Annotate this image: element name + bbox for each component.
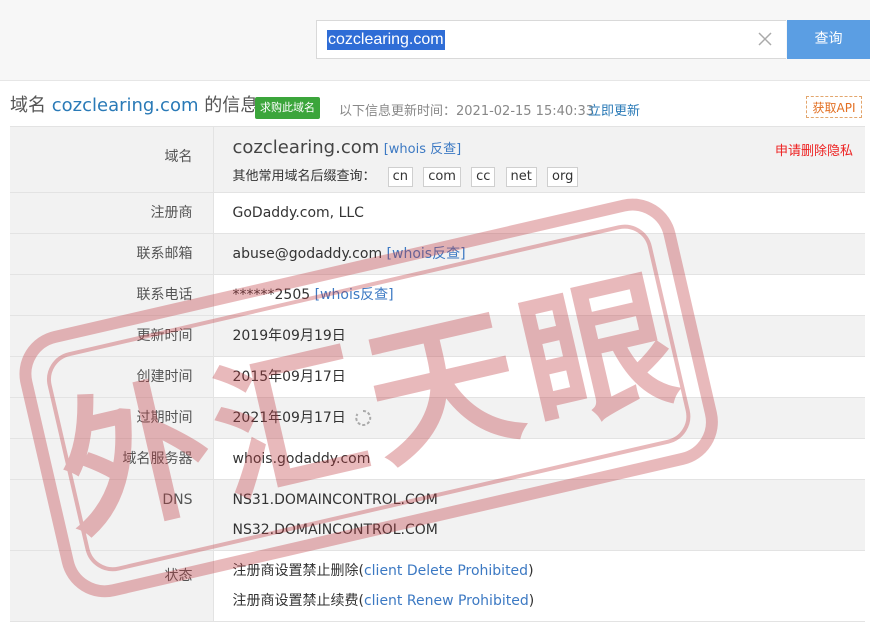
status-item: 注册商设置禁止删除(client Delete Prohibited): [233, 556, 866, 586]
status-code-link[interactable]: client Renew Prohibited: [364, 593, 529, 609]
title-suffix: 的信息: [198, 95, 259, 116]
label-status: 状态: [10, 550, 214, 622]
label-updated: 更新时间: [10, 315, 214, 357]
status-code-link[interactable]: client Delete Prohibited: [364, 563, 528, 579]
row-dns: DNS NS31.DOMAINCONTROL.COM NS32.DOMAINCO…: [10, 479, 865, 551]
suffix-cn[interactable]: cn: [387, 167, 414, 187]
phone-whois-link[interactable]: [whois反查]: [315, 287, 394, 303]
refresh-icon[interactable]: [354, 409, 372, 427]
get-api-button[interactable]: 获取API: [806, 96, 862, 118]
value-status: 注册商设置禁止删除(client Delete Prohibited) 注册商设…: [213, 550, 866, 622]
label-registrar: 注册商: [10, 192, 214, 234]
whois-info-table: 域名 cozclearing.com [whois 反查] 其他常用域名后缀查询…: [10, 126, 865, 622]
suffix-org[interactable]: org: [547, 167, 579, 187]
suffix-cc[interactable]: cc: [471, 167, 496, 187]
label-nameserver: 域名服务器: [10, 438, 214, 480]
search-button[interactable]: 查询: [787, 20, 870, 59]
email-whois-link[interactable]: [whois反查]: [387, 246, 466, 262]
row-updated: 更新时间 2019年09月19日: [10, 315, 865, 357]
phone-value: ******2505: [232, 287, 311, 303]
label-phone: 联系电话: [10, 274, 214, 316]
label-created: 创建时间: [10, 356, 214, 398]
row-created: 创建时间 2015年09月17日: [10, 356, 865, 398]
search-bar: cozclearing.com 查询: [0, 0, 870, 81]
value-domain: cozclearing.com [whois 反查] 其他常用域名后缀查询： c…: [213, 126, 865, 193]
value-phone: ******2505 [whois反查]: [213, 274, 865, 316]
status-close: ): [528, 563, 534, 579]
email-value: abuse@godaddy.com: [232, 246, 383, 262]
value-dns: NS31.DOMAINCONTROL.COM NS32.DOMAINCONTRO…: [213, 479, 865, 551]
value-expires: 2021年09月17日: [213, 397, 865, 439]
clear-icon[interactable]: [756, 30, 774, 48]
label-expires: 过期时间: [10, 397, 214, 439]
domain-name: cozclearing.com: [232, 137, 380, 158]
title-prefix: 域名: [10, 95, 52, 116]
suffix-net[interactable]: net: [505, 167, 537, 187]
label-dns: DNS: [10, 479, 214, 551]
page-title: 域名 cozclearing.com 的信息: [10, 95, 258, 117]
row-nameserver: 域名服务器 whois.godaddy.com: [10, 438, 865, 480]
value-updated: 2019年09月19日: [213, 315, 865, 357]
value-registrar: GoDaddy.com, LLC: [213, 192, 865, 234]
row-domain: 域名 cozclearing.com [whois 反查] 其他常用域名后缀查询…: [10, 126, 865, 193]
status-text: 注册商设置禁止删除(: [232, 563, 364, 579]
search-input[interactable]: cozclearing.com: [316, 20, 786, 59]
suffix-prompt: 其他常用域名后缀查询：: [232, 169, 376, 184]
status-item: 注册商设置禁止续费(client Renew Prohibited): [233, 586, 866, 616]
label-email: 联系邮箱: [10, 233, 214, 275]
privacy-removal-link[interactable]: 申请删除隐私: [775, 140, 853, 159]
title-domain: cozclearing.com: [51, 95, 199, 116]
domain-whois-link[interactable]: [whois 反查]: [384, 142, 462, 157]
update-time-text: 以下信息更新时间：2021-02-15 15:40:33: [339, 104, 595, 119]
value-email: abuse@godaddy.com [whois反查]: [213, 233, 865, 275]
row-expires: 过期时间 2021年09月17日: [10, 397, 865, 439]
dns-server-2: NS32.DOMAINCONTROL.COM: [232, 522, 438, 538]
row-registrar: 注册商 GoDaddy.com, LLC: [10, 192, 865, 234]
status-close: ): [528, 593, 535, 609]
value-created: 2015年09月17日: [213, 356, 865, 398]
label-domain: 域名: [10, 126, 214, 193]
dns-server-1: NS31.DOMAINCONTROL.COM: [232, 492, 438, 508]
status-text: 注册商设置禁止续费(: [232, 593, 364, 609]
page-header: 域名 cozclearing.com 的信息 求购此域名 以下信息更新时间：20…: [0, 82, 870, 128]
buy-domain-button[interactable]: 求购此域名: [255, 97, 320, 119]
suffix-com[interactable]: com: [423, 167, 461, 187]
search-input-value: cozclearing.com: [327, 30, 445, 50]
row-status: 状态 注册商设置禁止删除(client Delete Prohibited) 注…: [10, 550, 866, 622]
row-email: 联系邮箱 abuse@godaddy.com [whois反查]: [10, 233, 865, 275]
value-nameserver: whois.godaddy.com: [213, 438, 865, 480]
update-now-link[interactable]: 立即更新: [588, 100, 640, 119]
expires-value: 2021年09月17日: [232, 410, 346, 426]
row-phone: 联系电话 ******2505 [whois反查]: [10, 274, 865, 316]
